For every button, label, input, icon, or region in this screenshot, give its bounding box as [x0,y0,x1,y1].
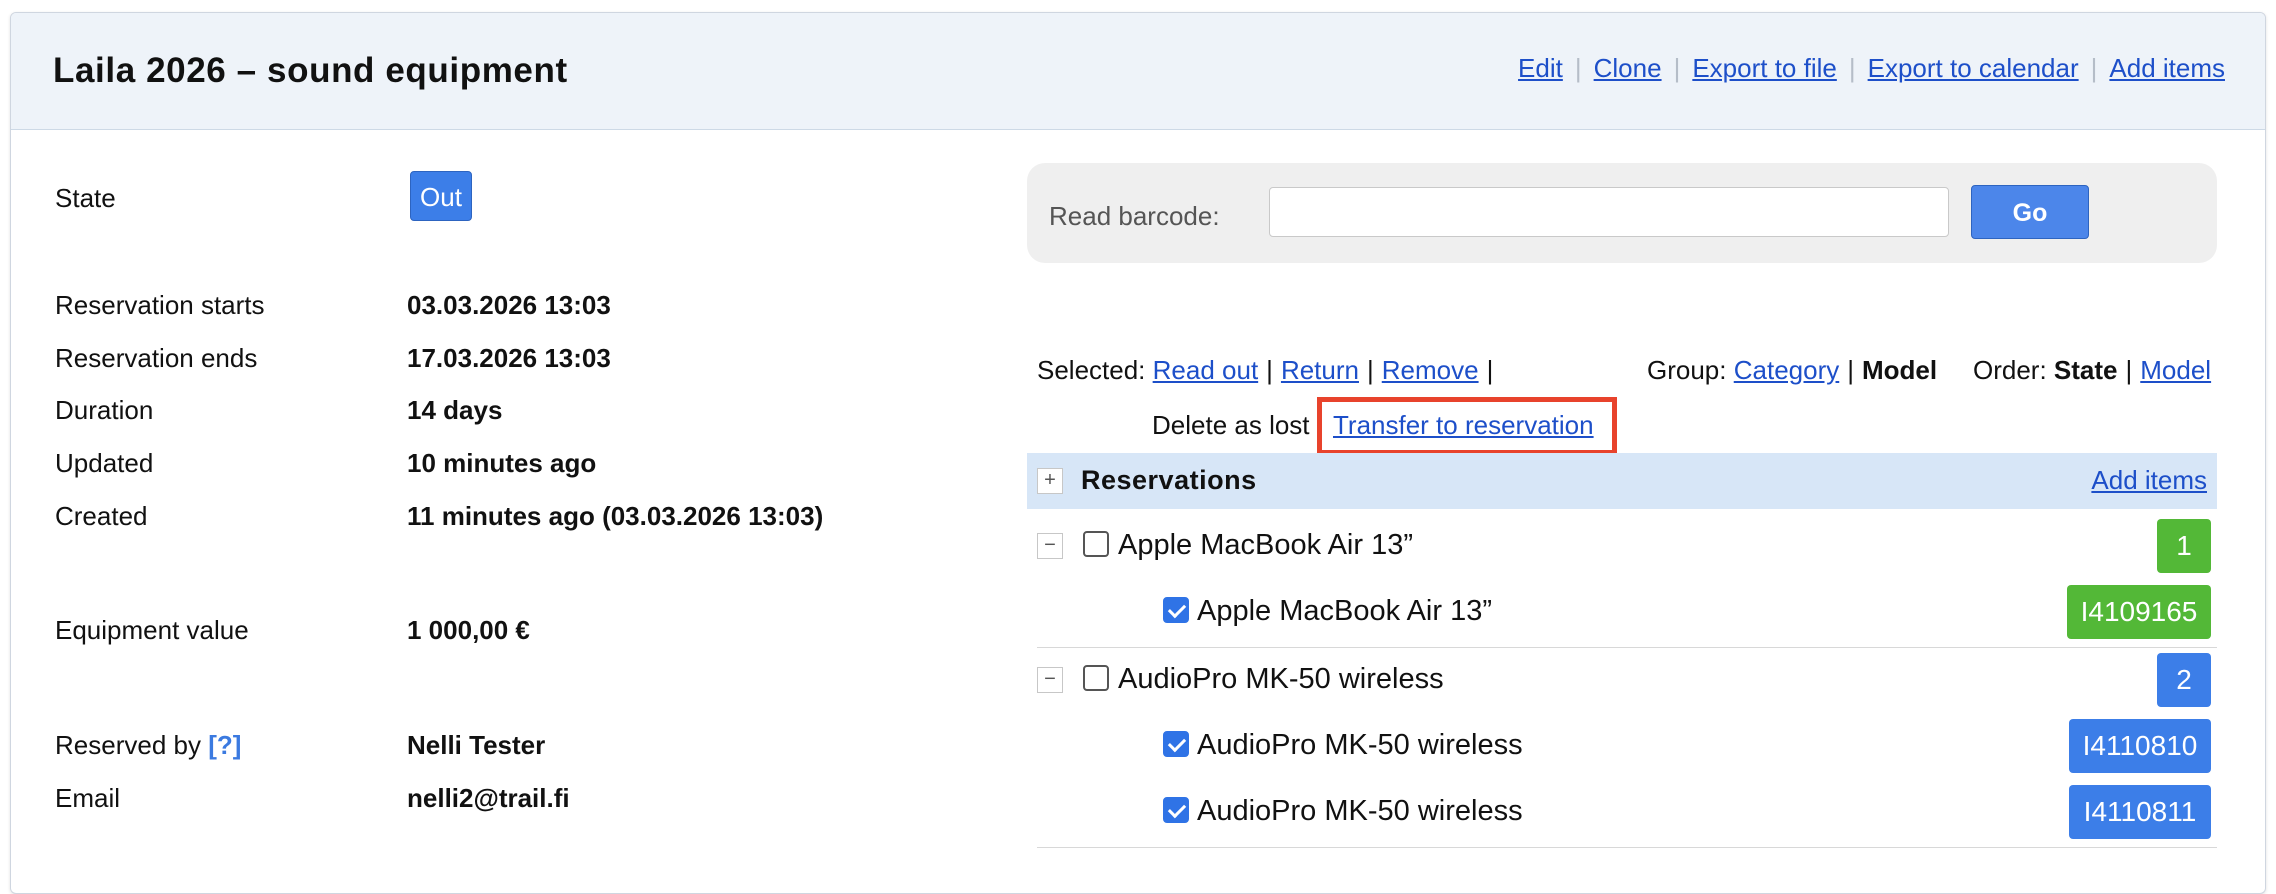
item-code-badge[interactable]: I4110811 [2069,785,2211,839]
order-model-link[interactable]: Model [2140,355,2211,385]
barcode-reader: Read barcode: Go [1027,163,2217,263]
updated-value: 10 minutes ago [407,448,597,478]
created-value: 11 minutes ago (03.03.2026 13:03) [407,501,824,531]
group-category-link[interactable]: Category [1734,355,1840,385]
order-selector: Order: State | Model [1973,355,2211,386]
collapse-group-icon[interactable]: − [1037,667,1063,693]
reservations-header: + Reservations Add items [1027,453,2217,509]
reservation-ends-value: 17.03.2026 13:03 [407,343,611,373]
item-name: AudioPro MK-50 wireless [1197,795,1523,827]
barcode-input[interactable] [1269,187,1949,237]
group-name: AudioPro MK-50 wireless [1118,663,1444,695]
separator: | [2125,355,2133,385]
highlight-box [1317,397,1617,455]
duration-value: 14 days [407,395,503,425]
group-selector: Group: Category | Model [1647,355,1937,386]
duration-label: Duration [55,395,154,425]
item-name: Apple MacBook Air 13” [1197,595,1492,627]
separator: | [1673,53,1681,83]
separator: | [1486,355,1494,385]
help-link[interactable]: [?] [208,730,241,760]
reserved-by-label: Reserved by [55,730,201,760]
item-checkbox[interactable] [1163,797,1189,823]
panel-header: Laila 2026 – sound equipment Edit | Clone |… [11,13,2265,130]
add-items-link[interactable]: Add items [2109,53,2225,83]
group-model-current: Model [1862,355,1938,385]
group-count-badge: 2 [2157,653,2211,707]
order-label: Order: [1973,355,2047,385]
export-to-calendar-link[interactable]: Export to calendar [1868,53,2079,83]
reservation-panel: Laila 2026 – sound equipment Edit | Clone |… [10,12,2266,894]
delete-as-lost-link[interactable]: Delete as lost [1152,410,1310,441]
equipment-value: 1 000,00 € [407,615,530,645]
item-code-badge[interactable]: I4110810 [2069,719,2211,773]
page-title: Laila 2026 – sound equipment [53,51,568,90]
selection-actions: Selected: Read out | Return | Remove | [1037,355,1501,386]
reservations-title: Reservations [1081,465,1257,495]
reservations-add-items-link[interactable]: Add items [2091,465,2207,496]
separator: | [1266,355,1273,385]
group-checkbox[interactable] [1083,531,1109,557]
separator: | [1574,53,1582,83]
clone-link[interactable]: Clone [1594,53,1662,83]
header-actions: Edit | Clone | Export to file | Export to cale… [1518,53,2225,84]
group-checkbox[interactable] [1083,665,1109,691]
row-divider [1037,647,2217,648]
equipment-value-label: Equipment value [55,615,249,645]
export-to-file-link[interactable]: Export to file [1692,53,1837,83]
reservation-starts-label: Reservation starts [55,290,265,320]
item-code-badge[interactable]: I4109165 [2067,585,2211,639]
email-label: Email [55,783,121,813]
state-label: State [55,183,116,213]
separator: | [1847,355,1854,385]
barcode-label: Read barcode: [1049,201,1220,231]
reserved-by-value: Nelli Tester [407,730,546,760]
state-badge: Out [410,171,472,221]
group-count-badge: 1 [2157,519,2211,573]
return-link[interactable]: Return [1281,355,1359,385]
item-checkbox[interactable] [1163,597,1189,623]
collapse-group-icon[interactable]: − [1037,533,1063,559]
separator: | [1848,53,1856,83]
group-name: Apple MacBook Air 13” [1118,529,1413,561]
go-button[interactable]: Go [1971,185,2089,239]
separator: | [2090,53,2098,83]
order-state-current: State [2053,355,2118,385]
expand-all-icon[interactable]: + [1037,468,1063,494]
separator: | [1366,355,1374,385]
created-label: Created [55,501,148,531]
read-out-link[interactable]: Read out [1153,355,1259,385]
reserved-by-row: Reserved by [?] [55,730,241,761]
email-value: nelli2@trail.fi [407,783,570,813]
selected-label: Selected: [1037,355,1146,385]
item-checkbox[interactable] [1163,731,1189,757]
item-name: AudioPro MK-50 wireless [1197,729,1523,761]
remove-link[interactable]: Remove [1382,355,1479,385]
row-divider [1037,847,2217,848]
reservation-ends-label: Reservation ends [55,343,258,373]
edit-link[interactable]: Edit [1518,53,1563,83]
updated-label: Updated [55,448,154,478]
group-label: Group: [1647,355,1727,385]
reservation-starts-value: 03.03.2026 13:03 [407,290,611,320]
